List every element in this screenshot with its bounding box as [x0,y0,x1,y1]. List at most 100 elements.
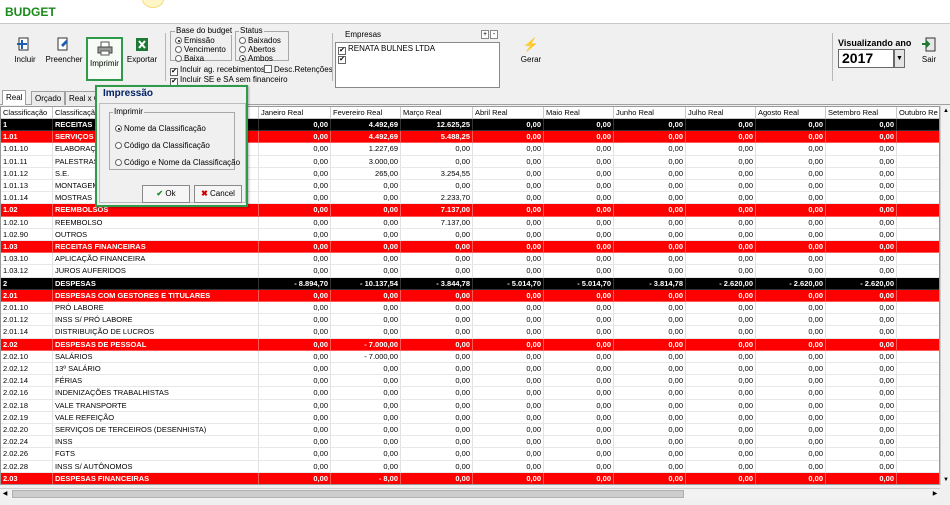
cell-value[interactable]: 0,00 [401,460,473,473]
cell-value[interactable]: 0,00 [473,241,544,254]
empresas-list[interactable]: ✔ RENATA BULNES LTDA ✔ [335,42,500,88]
cell-value[interactable]: 0,00 [614,155,686,168]
cell-value[interactable]: 0,00 [614,436,686,449]
cell-value[interactable] [897,351,939,363]
cell-value[interactable] [897,143,939,156]
radio-codigo-classificacao[interactable]: Código da Classificação [115,141,210,150]
cell-value[interactable]: 0,00 [259,314,331,327]
cell-value[interactable]: 0,00 [756,302,826,315]
cell-value[interactable]: 0,00 [331,375,401,388]
cell-code[interactable]: 1.01.14 [1,192,53,205]
cell-value[interactable]: 0,00 [401,241,473,254]
cell-value[interactable]: 0,00 [473,302,544,315]
cell-value[interactable]: 0,00 [473,143,544,156]
cell-value[interactable]: 0,00 [331,436,401,449]
table-row[interactable]: 1.03.12 JUROS AUFERIDOS 0,00 0,00 0,00 0,00 0,… [1,265,939,278]
cell-value[interactable]: 0,00 [259,204,331,217]
cell-code[interactable]: 2.02.20 [1,424,53,437]
table-row[interactable]: 2.02.24 INSS 0,00 0,00 0,00 0,00 0,00 0,00 0,00 0… [1,436,939,449]
cell-value[interactable]: 0,00 [259,192,331,205]
cell-value[interactable] [897,363,939,376]
cell-value[interactable]: 0,00 [331,314,401,327]
cell-value[interactable]: 0,00 [826,436,897,449]
cell-value[interactable]: 0,00 [614,289,686,302]
cell-value[interactable]: 0,00 [331,216,401,229]
cell-code[interactable]: 2.02.14 [1,375,53,388]
cell-value[interactable]: 0,00 [614,204,686,217]
cell-value[interactable]: 0,00 [401,314,473,327]
cell-name[interactable]: INSS S/ AUTÔNOMOS [53,460,259,473]
cell-code[interactable]: 2.01 [1,289,53,302]
exportar-button[interactable]: Exportar [126,35,158,77]
cell-value[interactable]: 0,00 [331,253,401,266]
cell-code[interactable]: 2.02.19 [1,411,53,424]
cell-value[interactable] [897,387,939,400]
cell-value[interactable]: 0,00 [259,363,331,376]
cell-value[interactable]: 0,00 [331,192,401,205]
cell-value[interactable] [897,400,939,412]
cell-value[interactable]: 0,00 [473,326,544,339]
cell-value[interactable]: - 5.014,70 [473,277,544,290]
cell-name[interactable]: JUROS AUFERIDOS [53,265,259,278]
cell-value[interactable]: 0,00 [756,350,826,363]
cell-value[interactable]: 0,00 [544,411,614,424]
cell-value[interactable] [897,241,939,254]
cell-value[interactable]: 0,00 [614,411,686,424]
cell-value[interactable]: 0,00 [686,119,756,132]
cell-value[interactable]: 0,00 [614,399,686,412]
cell-value[interactable]: 0,00 [686,338,756,351]
cell-name[interactable]: DESPESAS DE PESSOAL [53,338,259,351]
cell-value[interactable]: 0,00 [614,387,686,400]
table-row[interactable]: 2.03 DESPESAS FINANCEIRAS 0,00- 8,00 0,00 0,… [1,472,939,484]
cell-value[interactable]: 0,00 [756,131,826,144]
cell-value[interactable] [897,253,939,266]
cell-value[interactable]: 0,00 [544,265,614,278]
cell-value[interactable]: 0,00 [614,241,686,254]
cell-value[interactable] [897,265,939,278]
cell-value[interactable]: 0,00 [826,192,897,205]
cell-value[interactable]: 0,00 [473,411,544,424]
cell-value[interactable]: 12.625,25 [401,119,473,132]
cell-value[interactable] [897,472,939,484]
cell-value[interactable]: 0,00 [686,253,756,266]
cell-value[interactable]: 0,00 [331,302,401,315]
cell-value[interactable]: 0,00 [756,424,826,437]
cell-value[interactable] [897,314,939,327]
cell-value[interactable]: 0,00 [614,119,686,132]
cell-value[interactable]: 0,00 [259,338,331,351]
scroll-right-icon[interactable]: ▶ [930,489,940,500]
cell-name[interactable]: REEMBOLSO [53,216,259,229]
cell-value[interactable]: - 5.014,70 [544,277,614,290]
radio-nome-classificacao[interactable]: Nome da Classificação [115,124,206,133]
tab-orcado[interactable]: Orçado [31,91,66,105]
cell-code[interactable]: 2.02.12 [1,363,53,376]
cell-value[interactable]: 0,00 [826,228,897,241]
cell-value[interactable]: 0,00 [686,216,756,229]
cell-value[interactable]: 0,00 [473,460,544,473]
cell-value[interactable]: 0,00 [401,448,473,461]
cell-value[interactable]: 0,00 [686,326,756,339]
cell-value[interactable]: 0,00 [686,228,756,241]
cell-value[interactable]: 0,00 [756,338,826,351]
cell-value[interactable]: 0,00 [686,472,756,484]
cell-value[interactable] [897,156,939,168]
cell-value[interactable]: 0,00 [401,228,473,241]
column-header[interactable]: Julho Real [686,107,756,119]
table-row[interactable]: 2.02.14 FÉRIAS 0,00 0,00 0,00 0,00 0,00 0,00 0,0… [1,375,939,388]
cell-value[interactable]: 0,00 [686,143,756,156]
cell-value[interactable]: 0,00 [259,167,331,180]
column-header[interactable]: Março Real [401,107,473,119]
cell-value[interactable]: 0,00 [259,241,331,254]
cell-code[interactable]: 2.02.24 [1,436,53,449]
cell-value[interactable]: 0,00 [473,375,544,388]
cell-name[interactable]: FÉRIAS [53,375,259,388]
cell-value[interactable]: - 8,00 [331,472,401,484]
cell-value[interactable]: 0,00 [686,167,756,180]
cell-value[interactable]: 0,00 [756,314,826,327]
cell-value[interactable]: 0,00 [826,472,897,484]
cell-value[interactable]: 0,00 [614,350,686,363]
cell-value[interactable]: 0,00 [826,363,897,376]
cell-value[interactable]: 0,00 [614,314,686,327]
cell-code[interactable]: 1.01 [1,131,53,144]
scroll-up-icon[interactable]: ▲ [941,106,950,116]
